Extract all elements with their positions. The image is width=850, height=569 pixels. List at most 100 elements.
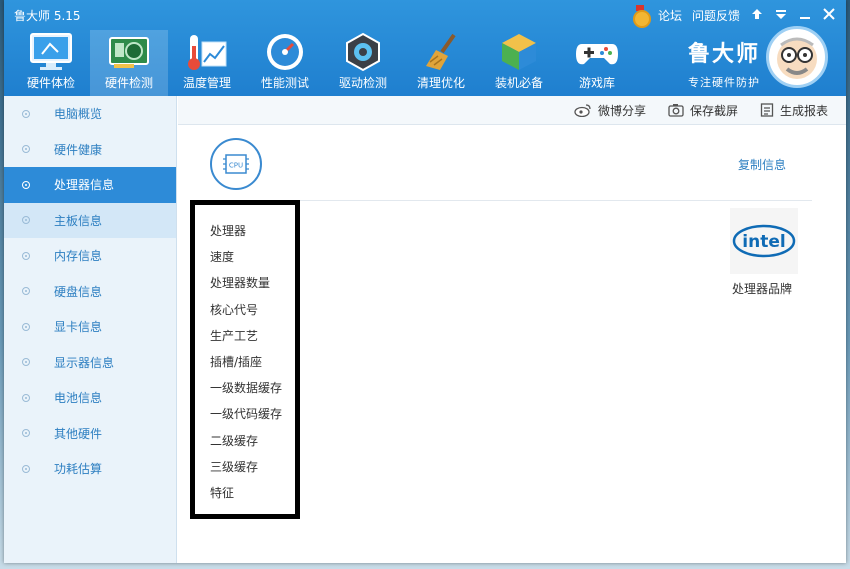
window-controls: 论坛 问题反馈: [632, 4, 836, 28]
sidebar-item-label: 显卡信息: [54, 320, 103, 335]
field-label-socket: 插槽/插座: [210, 354, 263, 369]
package-box-icon: [496, 32, 542, 72]
field-label-l3-cache: 三级缓存: [210, 459, 259, 474]
nav-performance[interactable]: 性能测试: [246, 30, 324, 96]
save-screenshot-button[interactable]: 保存截屏: [668, 102, 738, 119]
intel-logo: intel: [730, 208, 798, 274]
sidebar-item-gpu[interactable]: 显卡信息: [4, 309, 176, 345]
sidebar-item-overview[interactable]: 电脑概览: [4, 96, 176, 132]
bullet-icon: [22, 109, 30, 118]
field-label-l2-cache: 二级缓存: [210, 433, 259, 448]
thermometer-icon: [184, 32, 230, 72]
nav-label: 硬件体检: [26, 76, 75, 90]
cpu-chip-icon: CPU: [223, 154, 249, 174]
graphics-card-icon: [106, 32, 152, 72]
field-label-features: 特征: [210, 485, 235, 500]
sidebar: 电脑概览 硬件健康 处理器信息 主板信息 内存信息 硬盘信息 显卡信息 显示器信…: [4, 96, 177, 563]
monitor-icon: [28, 32, 74, 72]
field-label-l1-code-cache: 一级代码缓存: [210, 407, 283, 422]
cpu-info-panel: CPU 复制信息 处理器 速度 处理器数量 核心代号 生产工艺 插槽/插座 一级…: [178, 126, 846, 563]
bullet-icon: [22, 287, 30, 296]
cpu-badge-text: CPU: [229, 162, 243, 170]
nav-label: 温度管理: [182, 76, 231, 90]
weibo-share-label: 微博分享: [597, 103, 646, 118]
field-label-process: 生产工艺: [210, 328, 259, 343]
nav-label: 装机必备: [494, 76, 543, 90]
window-title: 鲁大师 5.15: [14, 9, 81, 23]
sidebar-item-display[interactable]: 显示器信息: [4, 345, 176, 381]
sidebar-item-label: 其他硬件: [54, 426, 103, 441]
sidebar-item-label: 电脑概览: [54, 107, 103, 122]
field-label-core-codename: 核心代号: [210, 302, 259, 317]
main-nav: 硬件体检 硬件检测 温度管理 性能测试 驱动检测 清理优化 装机必备 游戏库: [12, 30, 636, 96]
bullet-icon: [22, 322, 30, 331]
sidebar-item-label: 处理器信息: [54, 178, 115, 193]
nav-driver-detect[interactable]: 驱动检测: [324, 30, 402, 96]
sidebar-item-disk[interactable]: 硬盘信息: [4, 274, 176, 310]
sidebar-item-memory[interactable]: 内存信息: [4, 238, 176, 274]
cpu-badge: CPU: [210, 138, 262, 190]
brand-block: 鲁大师 专注硬件防护: [688, 36, 760, 90]
toolbar: 微博分享 保存截屏 生成报表: [178, 96, 846, 125]
close-icon[interactable]: [822, 7, 836, 23]
mascot-avatar[interactable]: [766, 26, 828, 88]
generate-report-label: 生成报表: [779, 103, 828, 118]
sidebar-item-label: 显示器信息: [54, 355, 115, 370]
generate-report-button[interactable]: 生成报表: [760, 102, 828, 119]
sidebar-item-label: 电池信息: [54, 391, 103, 406]
bullet-icon: [22, 358, 30, 367]
skin-icon[interactable]: [750, 8, 764, 23]
brand-name: 鲁大师: [687, 42, 760, 67]
nav-label: 硬件检测: [104, 76, 153, 90]
sidebar-item-label: 硬件健康: [54, 142, 103, 157]
medal-icon[interactable]: [632, 5, 651, 28]
menu-dropdown-icon[interactable]: [774, 8, 788, 23]
sidebar-item-label: 主板信息: [54, 213, 103, 228]
nav-label: 游戏库: [578, 76, 615, 90]
nav-hardware-checkup[interactable]: 硬件体检: [12, 30, 90, 96]
bullet-icon: [22, 393, 30, 402]
sidebar-item-cpu[interactable]: 处理器信息: [4, 167, 176, 203]
field-label-processor-count: 处理器数量: [210, 276, 271, 291]
sidebar-item-power[interactable]: 功耗估算: [4, 451, 176, 487]
sidebar-item-health[interactable]: 硬件健康: [4, 132, 176, 168]
field-label-l1-data-cache: 一级数据缓存: [210, 381, 283, 396]
sidebar-item-battery[interactable]: 电池信息: [4, 380, 176, 416]
save-screenshot-label: 保存截屏: [689, 103, 738, 118]
intel-logo-text: intel: [742, 232, 785, 252]
nav-hardware-detect[interactable]: 硬件检测: [90, 30, 168, 96]
nav-temperature[interactable]: 温度管理: [168, 30, 246, 96]
weibo-share-button[interactable]: 微博分享: [574, 102, 646, 119]
app-window: 鲁大师 5.15 论坛 问题反馈 硬件体检 硬件检测 温度管理 性能测试 驱动检…: [4, 0, 846, 563]
speedometer-icon: [262, 32, 308, 72]
driver-gear-icon: [340, 32, 386, 72]
header-bar: 鲁大师 5.15 论坛 问题反馈 硬件体检 硬件检测 温度管理 性能测试 驱动检…: [4, 0, 846, 96]
sidebar-item-label: 功耗估算: [54, 462, 103, 477]
nav-label: 性能测试: [260, 76, 309, 90]
copy-info-link[interactable]: 复制信息: [738, 156, 786, 173]
processor-brand-label: 处理器品牌: [732, 282, 793, 296]
bullet-icon: [22, 145, 30, 154]
broom-icon: [418, 32, 464, 72]
nav-essentials[interactable]: 装机必备: [480, 30, 558, 96]
nav-label: 驱动检测: [338, 76, 387, 90]
sidebar-item-label: 硬盘信息: [54, 284, 103, 299]
sidebar-item-other[interactable]: 其他硬件: [4, 416, 176, 452]
bullet-icon: [22, 464, 30, 473]
brand-slogan: 专注硬件防护: [687, 76, 760, 89]
gamepad-icon: [574, 32, 620, 72]
bullet-icon: [22, 251, 30, 260]
nav-game-library[interactable]: 游戏库: [558, 30, 636, 96]
bullet-icon: [22, 180, 30, 189]
forum-link[interactable]: 论坛: [658, 7, 682, 24]
field-label-speed: 速度: [210, 250, 235, 265]
sidebar-item-motherboard[interactable]: 主板信息: [4, 202, 176, 238]
nav-label: 清理优化: [416, 76, 465, 90]
report-icon: [760, 103, 774, 117]
minimize-icon[interactable]: [798, 8, 812, 23]
weibo-icon: [574, 104, 591, 117]
feedback-link[interactable]: 问题反馈: [692, 7, 740, 24]
cpu-field-labels: 处理器 速度 处理器数量 核心代号 生产工艺 插槽/插座 一级数据缓存 一级代码…: [190, 200, 300, 519]
nav-clean-optimize[interactable]: 清理优化: [402, 30, 480, 96]
camera-icon: [668, 104, 684, 117]
